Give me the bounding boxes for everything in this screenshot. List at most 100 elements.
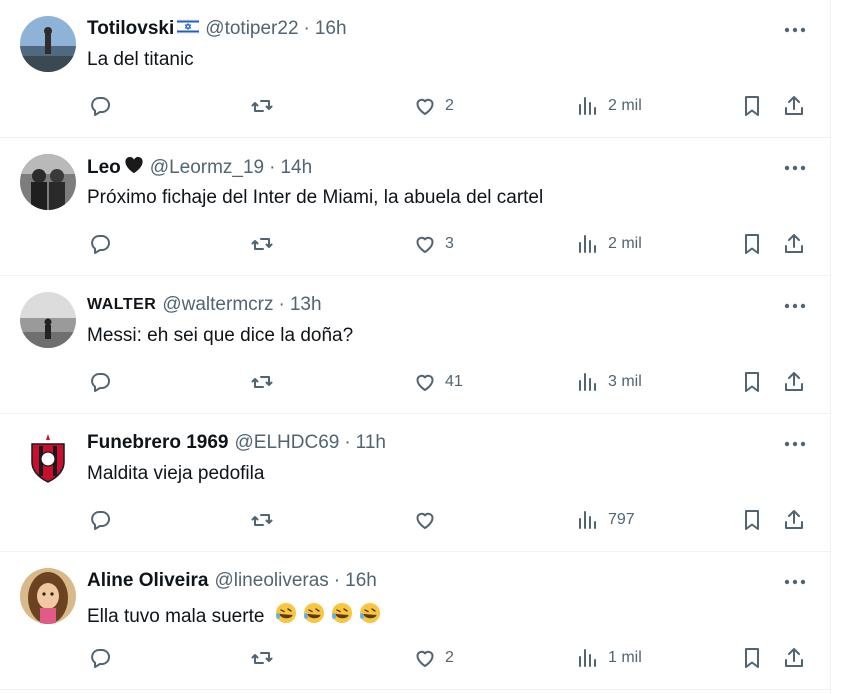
reply-button[interactable] <box>88 506 120 534</box>
avatar[interactable] <box>20 154 76 210</box>
user-handle[interactable]: @lineoliveras <box>214 570 328 592</box>
like-button[interactable] <box>413 506 445 534</box>
like-count: 2 <box>445 649 454 666</box>
rolling-on-floor-laughing-icon <box>358 601 382 631</box>
reply-button[interactable] <box>88 92 120 120</box>
reply-button[interactable] <box>88 230 120 258</box>
israel-flag-icon <box>177 18 200 40</box>
display-name[interactable]: Totilovski <box>87 18 174 40</box>
rolling-on-floor-laughing-icon <box>330 601 354 631</box>
action-bar: 41 3 mil <box>0 368 830 396</box>
like-icon <box>416 512 434 529</box>
display-name[interactable]: WALTER <box>87 296 156 314</box>
retweet-icon <box>251 376 273 388</box>
share-button[interactable] <box>782 92 806 120</box>
bookmark-icon <box>745 96 759 116</box>
views-count: 797 <box>608 511 635 528</box>
tweet[interactable]: Aline Oliveira @lineoliveras · 16h Ella … <box>0 552 830 690</box>
retweet-button[interactable] <box>250 92 282 120</box>
reply-button[interactable] <box>88 644 120 672</box>
views-icon <box>579 373 596 391</box>
views-button[interactable]: 3 mil <box>576 368 642 396</box>
tweet[interactable]: WALTER @waltermcrz · 13h Messi: eh sei q… <box>0 276 830 414</box>
more-icon[interactable] <box>783 20 807 40</box>
tweet[interactable]: Funebrero 1969 @ELHDC69 · 11h Maldita vi… <box>0 414 830 552</box>
rolling-on-floor-laughing-icon <box>274 601 298 631</box>
like-button[interactable]: 2 <box>413 644 454 672</box>
black-heart-icon <box>124 156 144 180</box>
bookmark-icon <box>745 234 759 254</box>
bookmark-button[interactable] <box>740 92 764 120</box>
avatar[interactable] <box>20 292 76 348</box>
display-name[interactable]: Leo <box>87 157 121 179</box>
more-icon[interactable] <box>783 572 807 592</box>
retweet-button[interactable] <box>250 368 282 396</box>
rolling-on-floor-laughing-icon <box>302 601 326 631</box>
tweet-text: Próximo fichaje del Inter de Miami, la a… <box>87 187 544 208</box>
more-icon[interactable] <box>783 434 807 454</box>
action-bar: 797 <box>0 506 830 534</box>
separator-dot: · <box>303 18 310 39</box>
bookmark-button[interactable] <box>740 506 764 534</box>
avatar[interactable] <box>20 16 76 72</box>
action-bar: 3 2 mil <box>0 230 830 258</box>
like-button[interactable]: 3 <box>413 230 454 258</box>
reply-icon <box>91 649 110 668</box>
views-count: 1 mil <box>608 649 642 666</box>
retweet-icon <box>251 514 273 526</box>
tweet-header: Aline Oliveira @lineoliveras · 16h <box>87 570 377 592</box>
display-name[interactable]: Funebrero 1969 <box>87 432 229 454</box>
views-button[interactable]: 2 mil <box>576 92 642 120</box>
user-handle[interactable]: @waltermcrz <box>162 294 273 316</box>
share-button[interactable] <box>782 368 806 396</box>
user-handle[interactable]: @Leormz_19 <box>150 157 264 179</box>
like-count: 2 <box>445 97 454 114</box>
views-button[interactable]: 2 mil <box>576 230 642 258</box>
retweet-button[interactable] <box>250 230 282 258</box>
separator-dot: · <box>344 432 351 453</box>
like-icon <box>416 236 434 253</box>
views-icon <box>579 235 596 253</box>
like-button[interactable]: 41 <box>413 368 463 396</box>
share-icon <box>785 96 803 115</box>
views-button[interactable]: 797 <box>576 506 635 534</box>
retweet-button[interactable] <box>250 644 282 672</box>
like-count: 3 <box>445 235 454 252</box>
retweet-icon <box>251 100 273 112</box>
views-icon <box>579 649 596 667</box>
retweet-button[interactable] <box>250 506 282 534</box>
bookmark-button[interactable] <box>740 368 764 396</box>
more-icon[interactable] <box>783 296 807 316</box>
avatar[interactable] <box>20 430 76 486</box>
timestamp[interactable]: 16h <box>345 570 377 592</box>
user-handle[interactable]: @totiper22 <box>205 18 298 40</box>
tweet[interactable]: Totilovski @totiper22 · 16h La del titan… <box>0 0 830 138</box>
avatar[interactable] <box>20 568 76 624</box>
bookmark-icon <box>745 648 759 668</box>
share-button[interactable] <box>782 230 806 258</box>
timestamp[interactable]: 13h <box>290 294 322 316</box>
timestamp[interactable]: 11h <box>356 432 386 454</box>
timestamp[interactable]: 16h <box>315 18 347 40</box>
action-bar: 2 1 mil <box>0 644 830 672</box>
share-button[interactable] <box>782 644 806 672</box>
more-icon[interactable] <box>783 158 807 178</box>
tweet-text: Maldita vieja pedofila <box>87 463 265 484</box>
like-button[interactable]: 2 <box>413 92 454 120</box>
reply-button[interactable] <box>88 368 120 396</box>
tweet[interactable]: Leo @Leormz_19 · 14h Próximo fichaje del… <box>0 138 830 276</box>
like-icon <box>416 374 434 391</box>
bookmark-button[interactable] <box>740 230 764 258</box>
display-name[interactable]: Aline Oliveira <box>87 570 208 592</box>
tweet-text: La del titanic <box>87 49 194 70</box>
bookmark-button[interactable] <box>740 644 764 672</box>
share-icon <box>785 234 803 253</box>
share-button[interactable] <box>782 506 806 534</box>
timestamp[interactable]: 14h <box>280 157 312 179</box>
user-handle[interactable]: @ELHDC69 <box>235 432 340 454</box>
like-count: 41 <box>445 373 463 390</box>
like-icon <box>416 98 434 115</box>
views-button[interactable]: 1 mil <box>576 644 642 672</box>
tweet-header: WALTER @waltermcrz · 13h <box>87 294 322 316</box>
tweet-header: Funebrero 1969 @ELHDC69 · 11h <box>87 432 386 454</box>
